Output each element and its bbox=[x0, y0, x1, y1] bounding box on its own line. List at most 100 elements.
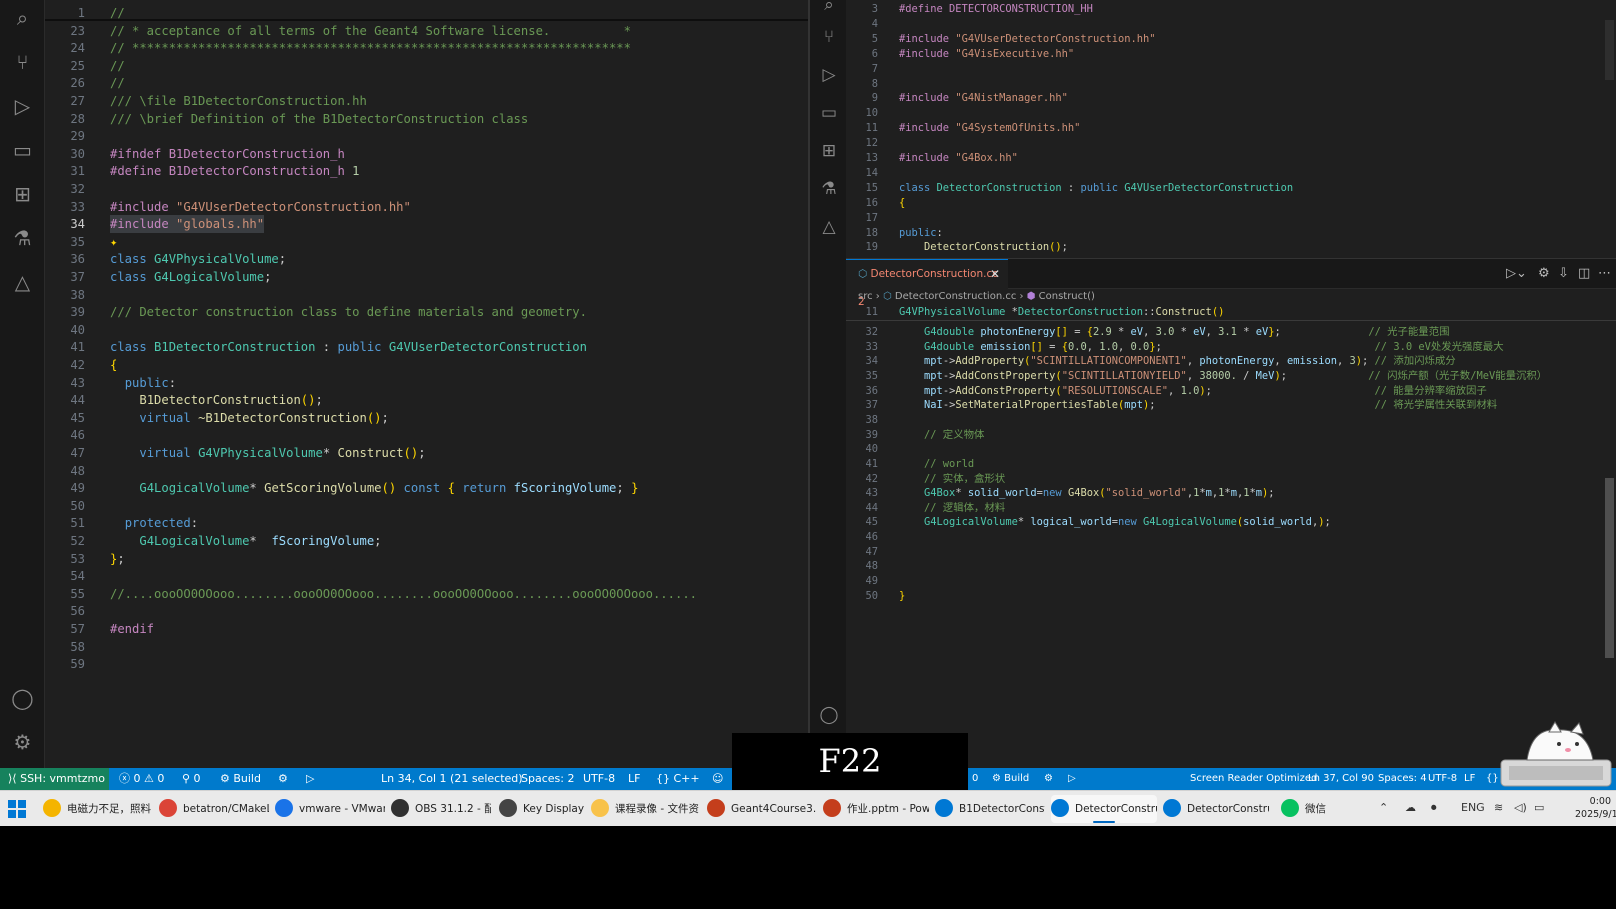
breadcrumb-folder[interactable]: src bbox=[858, 291, 873, 302]
run-icon[interactable]: ▷ bbox=[1068, 768, 1076, 790]
end-of-line[interactable]: LF bbox=[628, 768, 640, 790]
build-button[interactable]: ⚙ Build bbox=[220, 768, 261, 790]
code-line[interactable]: 27 /// \file B1DetectorConstruction.hh bbox=[45, 92, 808, 110]
ports-indicator[interactable]: ⚲ 0 bbox=[182, 768, 201, 790]
code-line[interactable]: 33 G4double emission[] = {0.0, 1.0, 0.0}… bbox=[846, 340, 1616, 355]
code-line[interactable]: 49 bbox=[846, 574, 1616, 589]
code-line[interactable]: 32 G4double photonEnergy[] = {2.9 * eV, … bbox=[846, 325, 1616, 340]
code-line[interactable]: 46 bbox=[45, 426, 808, 444]
code-line[interactable]: 40 bbox=[45, 321, 808, 339]
code-line[interactable]: 41 // world bbox=[846, 457, 1616, 472]
code-line[interactable]: 11 #include "G4SystemOfUnits.hh" bbox=[846, 121, 1616, 136]
cmake-icon[interactable]: △ bbox=[10, 270, 35, 295]
code-line[interactable]: 28 /// \brief Definition of the B1Detecto… bbox=[45, 110, 808, 128]
taskbar-app[interactable]: DetectorConstruc bbox=[1163, 795, 1269, 823]
code-line[interactable]: 54 bbox=[45, 567, 808, 585]
code-line[interactable]: 48 bbox=[45, 462, 808, 480]
remote-explorer-icon[interactable]: ▭ bbox=[818, 102, 840, 124]
code-line[interactable]: 38 bbox=[45, 286, 808, 304]
code-line[interactable]: 56 bbox=[45, 602, 808, 620]
windows-start-icon[interactable] bbox=[8, 800, 26, 818]
more-actions-icon[interactable]: ⋯ bbox=[1598, 266, 1611, 281]
code-line[interactable]: 36 mpt->AddConstProperty("RESOLUTIONSCAL… bbox=[846, 384, 1616, 399]
code-line[interactable]: 15 class DetectorConstruction : public G4… bbox=[846, 181, 1616, 196]
code-line[interactable]: 50 bbox=[45, 497, 808, 515]
debug-icon[interactable]: ⚙ bbox=[278, 768, 288, 790]
code-line[interactable]: 44 B1DetectorConstruction(); bbox=[45, 391, 808, 409]
code-line[interactable]: 52 G4LogicalVolume* fScoringVolume; bbox=[45, 532, 808, 550]
problems-indicator[interactable]: ⓧ 0 ⚠ 0 bbox=[119, 768, 164, 790]
source-code-editor[interactable]: 32 G4double photonEnergy[] = {2.9 * eV, … bbox=[846, 321, 1616, 768]
code-line[interactable]: 14 bbox=[846, 166, 1616, 181]
code-line[interactable]: 8 bbox=[846, 77, 1616, 92]
code-line[interactable]: 42 { bbox=[45, 356, 808, 374]
code-line[interactable]: 29 bbox=[45, 127, 808, 145]
code-line[interactable]: 59 bbox=[45, 655, 808, 673]
tab-close-icon[interactable]: ✕ bbox=[990, 260, 1000, 288]
taskbar-app[interactable]: B1DetectorConstr bbox=[935, 795, 1045, 823]
copilot-icon[interactable]: ☺ bbox=[712, 768, 723, 790]
indentation[interactable]: Spaces: 2 bbox=[521, 768, 574, 790]
code-line[interactable]: 45 G4LogicalVolume* logical_world=new G4… bbox=[846, 515, 1616, 530]
run-code-icon[interactable]: ▷⌄ bbox=[1506, 266, 1527, 281]
code-line[interactable]: 6 #include "G4VisExecutive.hh" bbox=[846, 47, 1616, 62]
indentation[interactable]: Spaces: 4 bbox=[1378, 768, 1427, 790]
ports-indicator[interactable]: 0 bbox=[972, 768, 978, 790]
gear-icon[interactable]: ⚙ bbox=[1538, 266, 1550, 281]
code-line[interactable]: 30 #ifndef B1DetectorConstruction_h bbox=[45, 145, 808, 163]
code-line[interactable]: 55 //....oooOO0OOooo........oooOO0OOooo..… bbox=[45, 585, 808, 603]
cmake-icon[interactable]: △ bbox=[818, 216, 840, 238]
settings-gear-icon[interactable]: ⚙ bbox=[10, 730, 35, 755]
language-mode[interactable]: {} C++ bbox=[656, 768, 700, 790]
input-language[interactable]: ENG bbox=[1461, 801, 1485, 814]
cursor-position[interactable]: Ln 34, Col 1 (21 selected) bbox=[381, 768, 523, 790]
code-line[interactable]: 50} bbox=[846, 589, 1616, 604]
code-line[interactable]: 43 G4Box* solid_world=new G4Box("solid_w… bbox=[846, 486, 1616, 501]
code-line[interactable]: 42 // 实体，盒形状 bbox=[846, 472, 1616, 487]
taskbar-app[interactable]: 作业.pptm - Pow bbox=[823, 795, 929, 823]
extensions-icon[interactable]: ⊞ bbox=[818, 140, 840, 162]
header-code-editor[interactable]: 3 #define DETECTORCONSTRUCTION_HH 4 5 #inclu… bbox=[846, 0, 1616, 258]
remote-explorer-icon[interactable]: ▭ bbox=[10, 138, 35, 163]
code-line[interactable]: 40 bbox=[846, 442, 1616, 457]
taskbar-app[interactable]: 课程录像 - 文件资 bbox=[591, 795, 701, 823]
code-line[interactable]: 3 #define DETECTORCONSTRUCTION_HH bbox=[846, 2, 1616, 17]
accounts-icon[interactable]: ◯ bbox=[818, 704, 840, 726]
code-line[interactable]: 44 // 逻辑体，材料 bbox=[846, 501, 1616, 516]
code-line[interactable]: 49 G4LogicalVolume* GetScoringVolume() c… bbox=[45, 479, 808, 497]
code-line[interactable]: 58 bbox=[45, 638, 808, 656]
code-line[interactable]: 24 // ***********************************… bbox=[45, 39, 808, 57]
cursor-position[interactable]: Ln 37, Col 90 bbox=[1308, 768, 1374, 790]
code-line[interactable]: 43 public: bbox=[45, 374, 808, 392]
screen-reader-mode[interactable]: Screen Reader Optimized bbox=[1190, 768, 1317, 790]
taskbar-app[interactable]: betatron/CMakeL bbox=[159, 795, 269, 823]
left-code-editor[interactable]: 1 // 23 // * acceptance of all terms of the… bbox=[45, 0, 808, 768]
taskbar-app[interactable]: OBS 31.1.2 - 配置 bbox=[391, 795, 491, 823]
run-debug-icon[interactable]: ▷ bbox=[10, 94, 35, 119]
code-line[interactable]: 18 public: bbox=[846, 226, 1616, 241]
microphone-icon[interactable]: ⏺ bbox=[1431, 801, 1437, 815]
code-line[interactable]: 13 #include "G4Box.hh" bbox=[846, 151, 1616, 166]
wifi-icon[interactable]: ≋ bbox=[1494, 801, 1503, 814]
accounts-icon[interactable]: ◯ bbox=[10, 686, 35, 711]
minimap-slider[interactable] bbox=[1605, 20, 1614, 80]
code-line[interactable]: 35 mpt->AddConstProperty("SCINTILLATIONY… bbox=[846, 369, 1616, 384]
run-debug-icon[interactable]: ▷ bbox=[818, 64, 840, 86]
code-line[interactable]: 5 #include "G4VUserDetectorConstruction.h… bbox=[846, 32, 1616, 47]
editor-scrollbar[interactable] bbox=[1605, 478, 1614, 658]
testing-icon[interactable]: ⚗ bbox=[818, 178, 840, 200]
encoding[interactable]: UTF-8 bbox=[1428, 768, 1457, 790]
code-line[interactable]: 36 class G4VPhysicalVolume; bbox=[45, 250, 808, 268]
breadcrumb-file[interactable]: DetectorConstruction.cc bbox=[895, 291, 1016, 302]
open-changes-icon[interactable]: ⇩ bbox=[1558, 266, 1569, 281]
code-line[interactable]: 16 { bbox=[846, 196, 1616, 211]
code-line[interactable]: 9 #include "G4NistManager.hh" bbox=[846, 91, 1616, 106]
taskbar-app[interactable]: 微信 bbox=[1281, 795, 1337, 823]
code-line[interactable]: 10 bbox=[846, 106, 1616, 121]
debug-icon[interactable]: ⚙ bbox=[1044, 768, 1053, 790]
code-line[interactable]: 46 bbox=[846, 530, 1616, 545]
code-line[interactable]: 48 bbox=[846, 559, 1616, 574]
code-line[interactable]: 12 bbox=[846, 136, 1616, 151]
remote-indicator[interactable]: ⟩⟨ SSH: vmmtzmo bbox=[0, 768, 109, 790]
source-control-icon[interactable]: ⑂ bbox=[818, 26, 840, 48]
